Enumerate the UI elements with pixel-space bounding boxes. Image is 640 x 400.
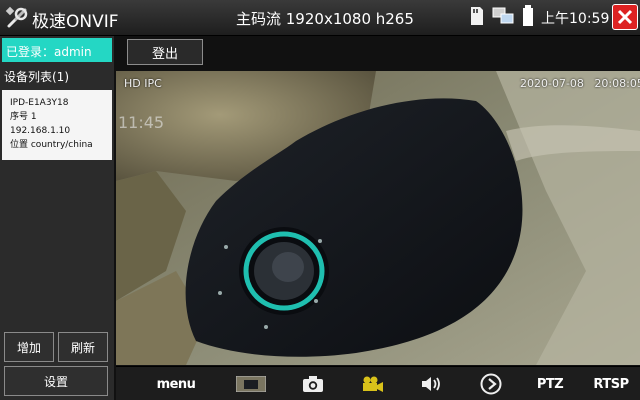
play-button[interactable] (476, 367, 506, 400)
device-location: 位置 country/china (10, 140, 93, 150)
device-list-header: 设备列表(1) (4, 70, 69, 84)
camera-feed-image (116, 71, 640, 365)
osd-time-overlay: 11:45 (118, 113, 165, 132)
video-view[interactable]: HD IPC 2020-07-08 20:08:05 11:45 (116, 71, 640, 365)
top-bar: 极速ONVIF 主码流 1920x1080 h265 上午10:59 (0, 0, 640, 36)
battery-icon (522, 5, 534, 31)
thumbnail-icon (236, 376, 266, 392)
device-list-item[interactable]: IPD-E1A3Y18 序号 1 192.168.1.10 位置 country… (2, 90, 112, 160)
capture-photo-button[interactable] (298, 367, 328, 400)
close-icon (617, 9, 633, 25)
device-name: IPD-E1A3Y18 (10, 98, 69, 108)
clock: 上午10:59 (541, 11, 610, 27)
bottom-toolbar: menu PTZ RTSP (116, 366, 640, 400)
refresh-button[interactable]: 刷新 (58, 332, 108, 362)
login-status: 已登录：admin (2, 38, 112, 62)
add-button[interactable]: 增加 (4, 332, 54, 362)
ptz-button[interactable]: PTZ (532, 367, 568, 400)
app-title: 极速ONVIF (32, 12, 119, 32)
osd-datetime: 2020-07-08 20:08:05 (520, 77, 640, 90)
speaker-icon (422, 377, 440, 391)
ptz-label: PTZ (536, 376, 564, 392)
network-icon (492, 6, 514, 30)
rtsp-label: RTSP (593, 376, 629, 392)
snapshot-thumbnail-button[interactable] (234, 367, 268, 400)
volume-button[interactable] (416, 367, 446, 400)
rtsp-button[interactable]: RTSP (590, 367, 632, 400)
logout-button[interactable]: 登出 (127, 39, 203, 65)
menu-label: menu (156, 376, 196, 392)
stream-info: 主码流 1920x1080 h265 (236, 10, 414, 28)
osd-camera-name: HD IPC (124, 77, 162, 90)
status-icons (470, 5, 534, 31)
tools-icon (4, 5, 30, 31)
camera-icon (303, 376, 323, 392)
sidebar: 已登录：admin 设备列表(1) IPD-E1A3Y18 序号 1 192.1… (0, 36, 114, 400)
device-serial: 序号 1 (10, 112, 37, 122)
settings-button[interactable]: 设置 (4, 366, 108, 396)
record-button[interactable] (358, 367, 388, 400)
sd-card-icon (470, 6, 484, 30)
play-circle-icon (480, 373, 502, 395)
device-ip: 192.168.1.10 (10, 126, 71, 136)
close-button[interactable] (612, 4, 638, 30)
menu-button[interactable]: menu (156, 367, 196, 400)
video-camera-icon (363, 376, 383, 392)
